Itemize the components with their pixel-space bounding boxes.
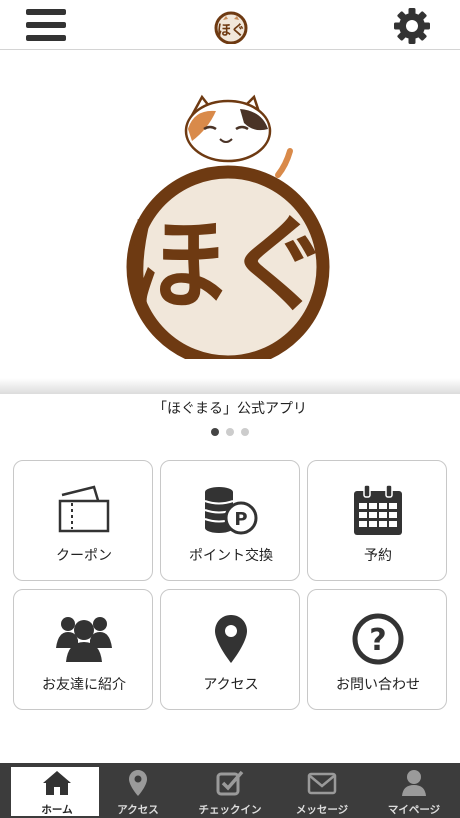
tile-label: お問い合わせ	[336, 677, 420, 693]
tab-label: ホーム	[41, 804, 73, 816]
tab-message[interactable]: メッセージ	[276, 763, 368, 818]
carousel-dot-2[interactable]	[226, 428, 234, 436]
bottom-tab-bar: ホーム アクセス チェックイン メッセージ マイページ	[0, 763, 460, 818]
hoguru-cat-logo: ほぐ	[122, 94, 330, 359]
carousel-indicator	[0, 428, 460, 436]
tab-label: メッセージ	[295, 804, 349, 816]
banner-caption: 「ほぐまる」公式アプリ	[153, 401, 307, 417]
map-pin-icon	[129, 770, 147, 796]
point-exchange-tile[interactable]: P ポイント交換	[160, 460, 300, 581]
coins-point-icon: P	[204, 487, 258, 535]
app-header: ほぐ	[0, 0, 460, 50]
svg-text:ほぐ: ほぐ	[122, 204, 330, 326]
checkbox-icon	[216, 770, 244, 796]
tab-access[interactable]: アクセス	[92, 763, 184, 818]
banner-shadow	[0, 378, 460, 394]
tab-mypage[interactable]: マイページ	[368, 763, 460, 818]
tile-label: ポイント交換	[189, 548, 273, 564]
app-logo-icon[interactable]: ほぐ	[212, 6, 250, 44]
hero-banner[interactable]: ほぐ	[0, 51, 460, 394]
envelope-icon	[307, 772, 337, 795]
gear-icon[interactable]	[392, 6, 432, 46]
svg-text:?: ?	[369, 623, 386, 658]
tile-label: クーポン	[56, 548, 112, 564]
tile-label: アクセス	[203, 677, 259, 693]
tile-label: お友達に紹介	[42, 677, 126, 693]
svg-text:ほぐ: ほぐ	[217, 23, 245, 39]
svg-text:P: P	[234, 509, 247, 530]
users-group-icon	[56, 617, 112, 662]
ticket-icon	[58, 485, 110, 533]
reservation-tile[interactable]: 予約	[307, 460, 447, 581]
tile-label: 予約	[364, 548, 392, 564]
user-icon	[402, 770, 426, 796]
carousel-dot-3[interactable]	[241, 428, 249, 436]
tab-checkin[interactable]: チェックイン	[184, 763, 276, 818]
contact-tile[interactable]: ? お問い合わせ	[307, 589, 447, 710]
tab-label: マイページ	[387, 804, 441, 816]
calendar-icon	[354, 484, 402, 535]
tab-label: チェックイン	[198, 804, 262, 816]
hamburger-menu-icon[interactable]	[26, 8, 68, 42]
app-screen: ほぐ ほぐ 「ほぐまる」公式アプリ クーポン P ポイント交換 予約 お友達に紹…	[0, 0, 460, 818]
tab-label: アクセス	[117, 804, 159, 816]
question-circle-icon: ?	[352, 613, 404, 665]
map-pin-icon	[215, 615, 247, 663]
carousel-dot-1[interactable]	[211, 428, 219, 436]
coupon-tile[interactable]: クーポン	[13, 460, 153, 581]
tab-home[interactable]: ホーム	[9, 763, 101, 818]
refer-friend-tile[interactable]: お友達に紹介	[13, 589, 153, 710]
access-tile[interactable]: アクセス	[160, 589, 300, 710]
home-icon	[43, 771, 71, 795]
